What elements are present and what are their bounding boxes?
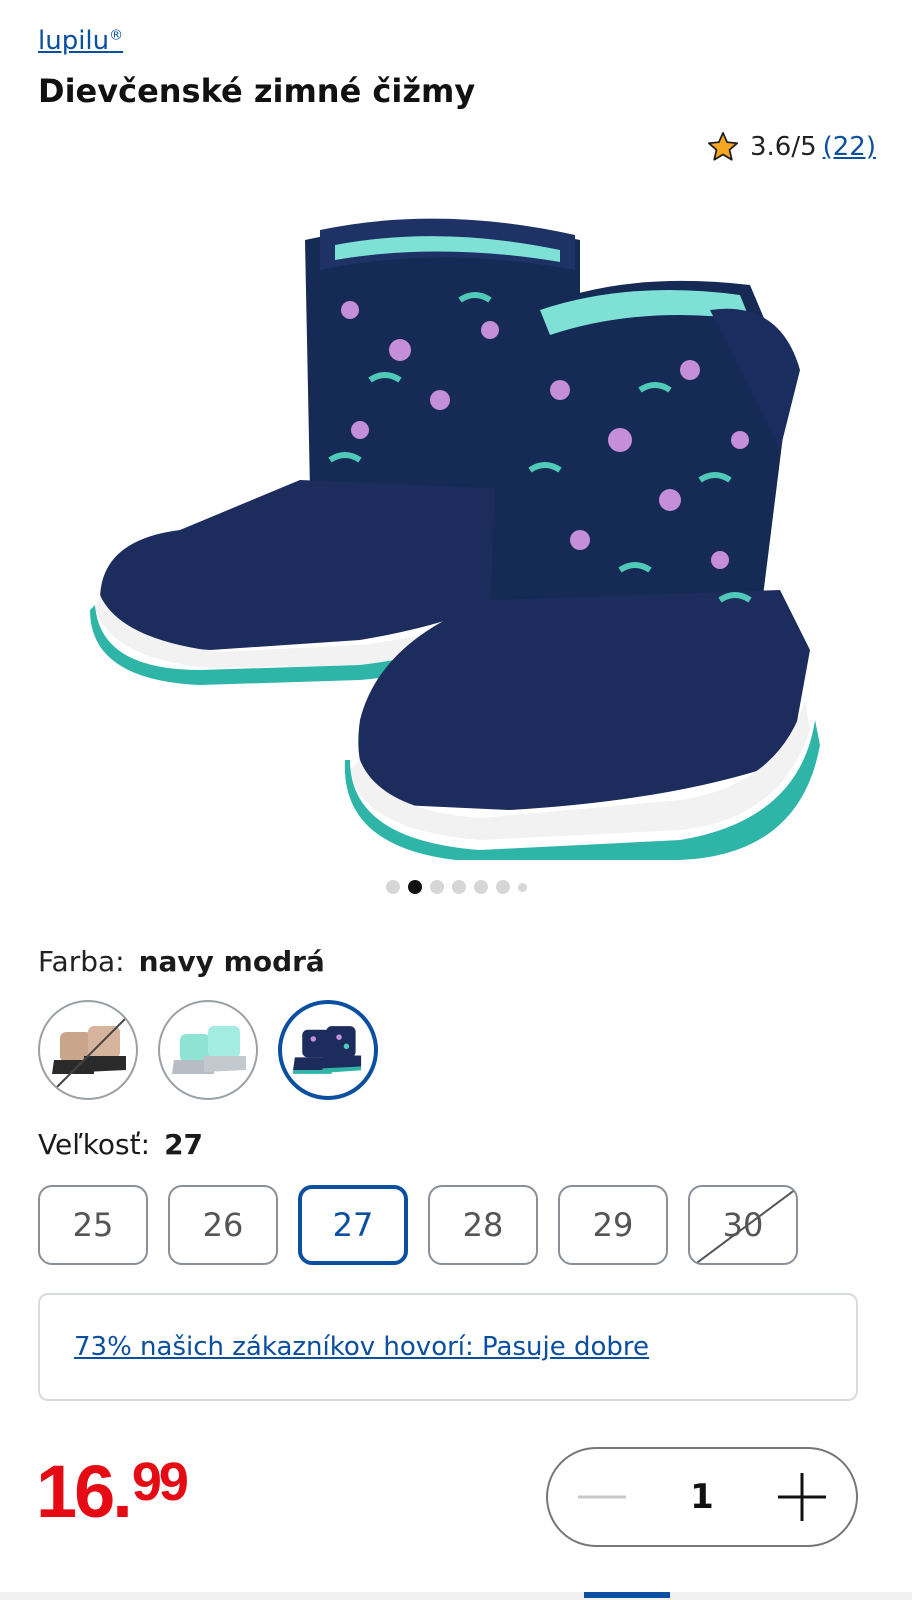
product-title: Dievčenské zimné čižmy (38, 72, 476, 110)
gallery-dot[interactable] (385, 880, 400, 894)
gallery-dot[interactable] (473, 880, 488, 894)
color-swatches (38, 1000, 378, 1100)
rating-count-link[interactable]: (22) (823, 132, 876, 162)
quantity-value[interactable]: 1 (690, 1477, 714, 1517)
price-main: 16. (36, 1450, 133, 1533)
product-image[interactable] (60, 200, 860, 862)
size-row: Veľkosť: 27 (38, 1128, 203, 1161)
size-option-26[interactable]: 26 (168, 1185, 278, 1265)
size-option-27[interactable]: 27 (298, 1185, 408, 1265)
size-options: 25 26 27 28 29 30 (38, 1185, 798, 1265)
swatch-beige-black[interactable] (38, 1000, 138, 1100)
swatch-mint-silver[interactable] (158, 1000, 258, 1100)
gallery-dot[interactable] (429, 880, 444, 894)
bottom-bar (0, 1592, 912, 1600)
gallery-dot-active[interactable] (407, 880, 422, 894)
brand-link[interactable]: lupilu® (38, 26, 123, 56)
size-option-30[interactable]: 30 (688, 1185, 798, 1265)
size-value: 27 (164, 1128, 204, 1161)
plus-icon (777, 1473, 826, 1521)
star-icon (707, 131, 738, 161)
rating-score: 3.6/5 (749, 132, 817, 162)
rating: 3.6/5 (22) (706, 130, 876, 164)
size-label: Veľkosť: (38, 1128, 151, 1161)
bottom-indicator (584, 1592, 670, 1598)
size-option-25[interactable]: 25 (38, 1185, 148, 1265)
gallery-dot[interactable] (451, 880, 466, 894)
color-row: Farba: navy modrá (38, 945, 325, 978)
gallery-dot[interactable] (517, 882, 527, 892)
size-option-29[interactable]: 29 (558, 1185, 668, 1265)
color-label: Farba: (38, 945, 125, 978)
fit-info-link[interactable]: 73% našich zákazníkov hovorí: Pasuje dob… (74, 1332, 649, 1362)
minus-icon (578, 1495, 626, 1499)
brand-mark: ® (109, 27, 124, 44)
price-decimals: 99 (131, 1452, 189, 1512)
increase-quantity-button[interactable] (774, 1469, 830, 1525)
color-value: navy modrá (138, 945, 325, 978)
boot-thumbnail-icon (293, 1026, 362, 1074)
swatch-navy-floral[interactable] (278, 1000, 378, 1100)
brand-name: lupilu (38, 26, 110, 56)
quantity-stepper: 1 (546, 1447, 858, 1547)
snow-boots-image (90, 218, 820, 862)
gallery-dot[interactable] (495, 880, 510, 894)
gallery-pagination[interactable] (0, 880, 912, 894)
decrease-quantity-button[interactable] (574, 1469, 630, 1525)
boot-thumbnail-icon (49, 1011, 133, 1095)
size-option-28[interactable]: 28 (428, 1185, 538, 1265)
unavailable-strike-icon (695, 1188, 796, 1263)
fit-info-box: 73% našich zákazníkov hovorí: Pasuje dob… (38, 1293, 858, 1401)
price: 16. 99 (36, 1450, 189, 1533)
boot-thumbnail-icon (172, 1026, 246, 1074)
